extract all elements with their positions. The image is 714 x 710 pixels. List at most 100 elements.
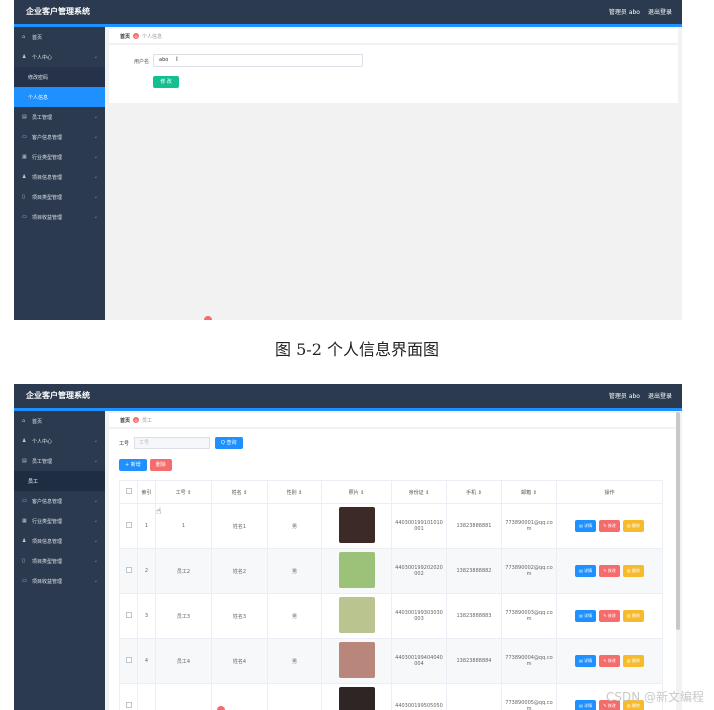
add-button[interactable]: + 新增 (119, 459, 147, 471)
detail-button[interactable]: ▤ 详情 (575, 655, 597, 667)
sidebar-item-label: 首页 (32, 418, 43, 425)
edit-button[interactable]: ✎ 修改 (599, 520, 620, 532)
sidebar: ⌂ 首页 ♟ 个人中心 ⌄ 修改密码个人信息 ▤ 员工管理 ⌄ ▭ 客户信息管理 ⌄ ▦ 行业类型管理 ⌄ ♟… (14, 27, 105, 320)
employee-table: 索引 工号 ⇕ 姓名 ⇕ 性别 ⇕ 照片 ⇕ 身份证 ⇕ 手机 ⇕ 邮箱 ⇕ 操… (119, 480, 663, 710)
row-checkbox[interactable] (125, 702, 132, 708)
home-icon: ⌂ (22, 34, 26, 40)
cell-email: 773890003@qq.com (501, 593, 557, 639)
cell-email: 773890005@qq.com (501, 683, 557, 710)
sidebar-item[interactable]: ▦ 行业类型管理 ⌄ (14, 147, 105, 167)
monitor-icon: ▭ (22, 498, 27, 504)
chevron-down-icon: ⌄ (93, 154, 98, 160)
select-all-cell (119, 480, 138, 504)
row-select-cell (119, 548, 138, 594)
cell-id-card: 440300199404040004 (391, 638, 447, 684)
sidebar-item[interactable]: ⌂ 首页 (14, 411, 105, 431)
cell-name: 姓名4 (211, 638, 268, 684)
table-row: 4 员工4 姓名4 男 440300199404040004 13823888884 773… (119, 638, 663, 684)
search-button[interactable]: Q 查询 (215, 437, 243, 449)
select-all-checkbox[interactable] (125, 488, 132, 494)
sidebar-item-label: 员工 (28, 478, 39, 485)
delete-button[interactable]: ▥ 删除 (622, 520, 644, 532)
sidebar-item[interactable]: ▭ 项目收益管理 ⌄ (14, 571, 105, 591)
sidebar-item[interactable]: ⌂ 首页 (14, 27, 105, 47)
save-button[interactable]: 修 改 (153, 76, 179, 88)
breadcrumb: 首页 ⊙ 员工 (109, 413, 678, 427)
chevron-down-icon: ⌄ (93, 518, 98, 524)
cell-email: 773890004@qq.com (501, 638, 557, 684)
table-actions: + 新增 删除 (119, 459, 172, 471)
col-actions: 操作 (556, 480, 663, 504)
delete-button[interactable]: ▥ 删除 (622, 565, 644, 577)
row-checkbox[interactable] (125, 522, 132, 528)
search-input[interactable]: 工号 (134, 437, 211, 449)
breadcrumb-separator-icon: ⊙ (133, 33, 140, 39)
sidebar-item[interactable]: ♟ 个人中心 ⌄ (14, 47, 105, 67)
row-checkbox[interactable] (125, 567, 132, 573)
watermark: CSDN @新文编程 (605, 690, 704, 704)
cell-id-card: 440300199505050 (391, 683, 447, 710)
team-icon: ▤ (22, 458, 27, 464)
detail-button[interactable]: ▤ 详情 (575, 520, 597, 532)
col-photo[interactable]: 照片 ⇕ (321, 480, 392, 504)
sidebar-item[interactable]: 个人信息 (14, 87, 105, 107)
main-content: 首页 ⊙ 员工 工号 工号 Q 查询 + 新增 删除 索引 工号 ⇕ 姓名 ⇕ … (105, 411, 682, 710)
detail-button[interactable]: ▤ 详情 (575, 610, 597, 622)
employee-photo (338, 642, 375, 678)
cell-gender: 男 (267, 503, 322, 549)
col-index: 索引 (137, 480, 156, 504)
sidebar-item[interactable]: ▯ 项目类型管理 ⌄ (14, 187, 105, 207)
col-id-card[interactable]: 身份证 ⇕ (391, 480, 447, 504)
cell-phone: 13823888881 (446, 503, 502, 549)
pointer-cursor-icon: ☝ (156, 507, 162, 517)
sidebar-item[interactable]: ▦ 行业类型管理 ⌄ (14, 511, 105, 531)
sidebar-item[interactable]: 修改密码 (14, 67, 105, 87)
sidebar-item[interactable]: ♟ 项目信息管理 ⌄ (14, 167, 105, 187)
username-input[interactable]: abo (153, 54, 363, 67)
logout-link[interactable]: 退出登录 (648, 391, 672, 400)
detail-button[interactable]: ▤ 详情 (575, 565, 597, 577)
cell-emp-no: 员工2 (155, 548, 212, 594)
row-checkbox[interactable] (125, 657, 132, 663)
chevron-down-icon: ⌄ (93, 538, 98, 544)
logout-link[interactable]: 退出登录 (648, 7, 672, 16)
breadcrumb-home[interactable]: 首页 (120, 417, 130, 424)
chevron-down-icon: ⌄ (93, 214, 98, 220)
sidebar-item-label: 修改密码 (28, 74, 49, 81)
detail-button[interactable]: ▤ 详情 (575, 700, 597, 710)
sidebar-item[interactable]: ▤ 员工管理 ⌄ (14, 107, 105, 127)
sidebar-item[interactable]: ▭ 客户信息管理 ⌄ (14, 127, 105, 147)
col-emp-no[interactable]: 工号 ⇕ (155, 480, 212, 504)
cell-phone: 13823888884 (446, 638, 502, 684)
col-email[interactable]: 邮箱 ⇕ (501, 480, 557, 504)
cell-emp-no: 1 (155, 503, 212, 549)
edit-button[interactable]: ✎ 修改 (599, 655, 620, 667)
employee-panel: 工号 工号 Q 查询 + 新增 删除 索引 工号 ⇕ 姓名 ⇕ 性别 ⇕ 照片 … (109, 429, 676, 710)
sidebar-item[interactable]: ▤ 员工管理 ⌄ (14, 451, 105, 471)
delete-button[interactable]: ▥ 删除 (622, 655, 644, 667)
user-icon: ♟ (22, 538, 27, 544)
monitor-icon: ▭ (22, 134, 27, 140)
sidebar-item[interactable]: ♟ 个人中心 ⌄ (14, 431, 105, 451)
col-gender[interactable]: 性别 ⇕ (267, 480, 322, 504)
row-checkbox[interactable] (125, 612, 132, 618)
delete-button[interactable]: ▥ 删除 (622, 610, 644, 622)
col-phone[interactable]: 手机 ⇕ (446, 480, 502, 504)
sidebar-item[interactable]: ▭ 客户信息管理 ⌄ (14, 491, 105, 511)
breadcrumb-home[interactable]: 首页 (120, 33, 130, 40)
sidebar-item[interactable]: ▭ 项目收益管理 ⌄ (14, 207, 105, 227)
chevron-down-icon: ⌄ (93, 438, 98, 444)
edit-button[interactable]: ✎ 修改 (599, 610, 620, 622)
sidebar-item[interactable]: ♟ 项目信息管理 ⌄ (14, 531, 105, 551)
edit-button[interactable]: ✎ 修改 (599, 565, 620, 577)
search-label: 工号 (119, 440, 130, 447)
cell-actions: ▤ 详情 ✎ 修改 ▥ 删除 (556, 548, 663, 594)
sidebar-item[interactable]: ▯ 项目类型管理 ⌄ (14, 551, 105, 571)
col-name[interactable]: 姓名 ⇕ (211, 480, 268, 504)
sidebar-item[interactable]: 员工 (14, 471, 105, 491)
batch-delete-button[interactable]: 删除 (149, 459, 172, 471)
sidebar-item-label: 项目类型管理 (32, 194, 63, 201)
floating-badge (217, 706, 225, 710)
vertical-scrollbar[interactable] (676, 412, 680, 630)
cell-phone (446, 683, 502, 710)
